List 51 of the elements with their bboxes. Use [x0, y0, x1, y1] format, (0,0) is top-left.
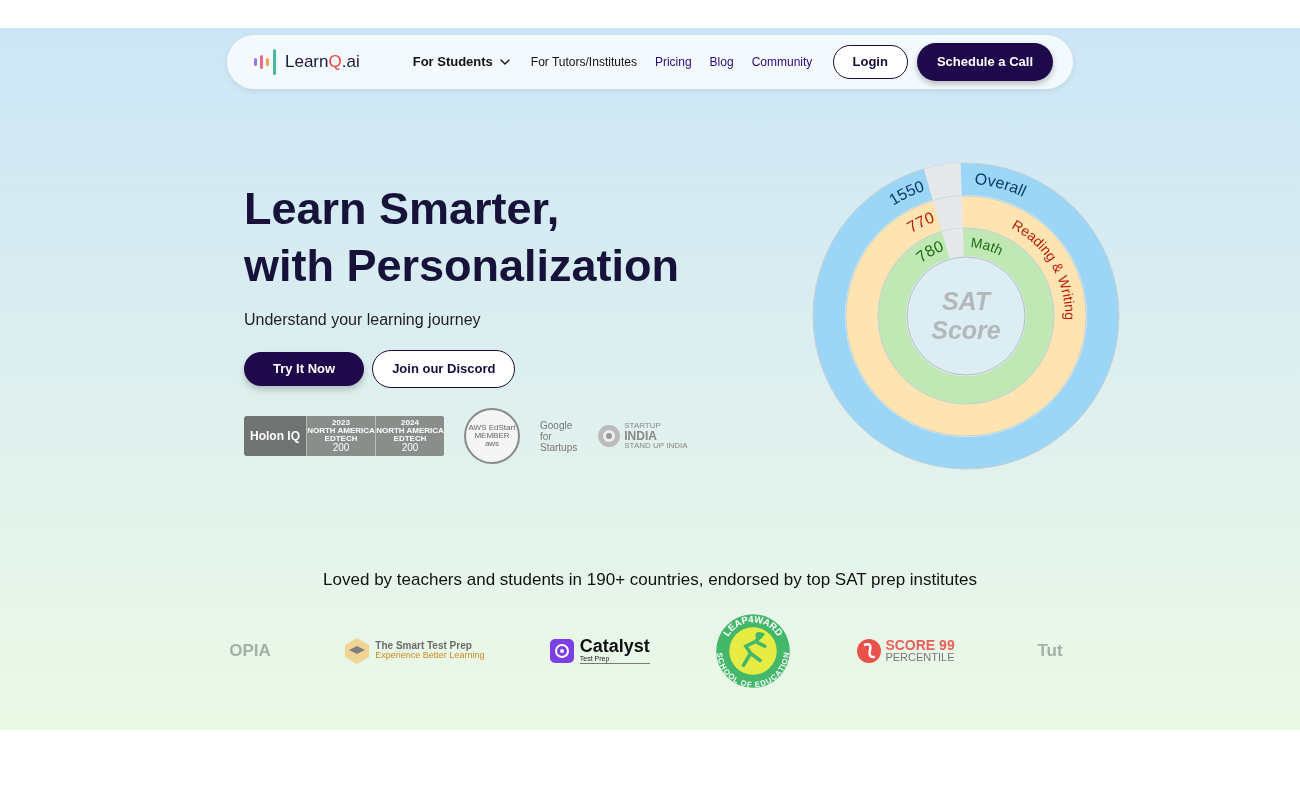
graduation-cap-icon: [345, 637, 370, 664]
award-rank: 200: [332, 443, 350, 453]
nav-link[interactable]: For Students: [412, 52, 513, 72]
partner-logo: Tut: [1036, 639, 1064, 662]
schedule-call-button[interactable]: Schedule a Call: [916, 43, 1053, 81]
nav-link[interactable]: Blog: [709, 53, 734, 71]
award-rank: 200: [401, 443, 419, 453]
catalyst-logo-icon: [549, 638, 574, 663]
discord-button[interactable]: Join our Discord: [372, 350, 516, 388]
badge-text: Startups: [540, 441, 578, 453]
badge-text: Google: [540, 419, 574, 431]
ring-label: Math: [969, 234, 1006, 259]
nav-link[interactable]: Pricing: [654, 53, 692, 71]
badge-text: AWS EdStart: [468, 424, 516, 432]
partner-tagline: Experience Better Learning: [375, 651, 485, 660]
award-sector: EDTECH: [324, 435, 358, 443]
center-label: Score: [931, 316, 1001, 344]
partner-name: SCORE 99: [885, 638, 955, 652]
logo-icon: [253, 49, 279, 75]
hero-title: Learn Smarter,: [244, 182, 561, 236]
award-sector: EDTECH: [393, 435, 427, 443]
award-year: 2024: [401, 419, 419, 427]
partners-heading: Loved by teachers and students in 190+ countries, endorsed by top SAT prep institutes: [323, 569, 977, 591]
hero-subtitle: Understand your learning journey: [244, 310, 482, 330]
score-logo-icon: [856, 637, 883, 664]
partner-name: Catalyst: [579, 637, 650, 655]
emblem-icon: [597, 424, 622, 448]
ring-label: Overall: [973, 170, 1029, 200]
brand-name[interactable]: LearnQ.ai: [285, 49, 360, 75]
login-button[interactable]: Login: [832, 45, 908, 79]
hero-title: with Personalization: [244, 239, 681, 293]
award-region: NORTH AMERICA: [376, 427, 444, 435]
badge-text: INDIA: [624, 430, 658, 442]
ring-score: 770: [904, 208, 937, 236]
partner-tagline: PERCENTILE: [885, 652, 955, 663]
ring-score: 1550: [885, 177, 927, 209]
nav-link[interactable]: Community: [751, 53, 813, 71]
badge-text: STARTUP: [624, 422, 662, 430]
award-region: NORTH AMERICA: [307, 427, 375, 435]
badge-text: MEMBER: [474, 432, 510, 440]
partner-name: The Smart Test Prep: [375, 641, 473, 651]
partner-logo: OPIA: [228, 639, 272, 662]
ring-score: 780: [913, 237, 946, 266]
badge-text: STAND UP INDIA: [624, 442, 688, 450]
award-year: 2023: [332, 419, 350, 427]
badge-brand: Holon IQ: [249, 428, 301, 445]
try-it-now-button[interactable]: Try It Now: [244, 352, 365, 386]
center-label: SAT: [941, 287, 991, 315]
badge-text: aws: [484, 440, 500, 448]
badge-text: for: [540, 430, 552, 442]
nav-link[interactable]: For Tutors/Institutes: [530, 53, 637, 71]
